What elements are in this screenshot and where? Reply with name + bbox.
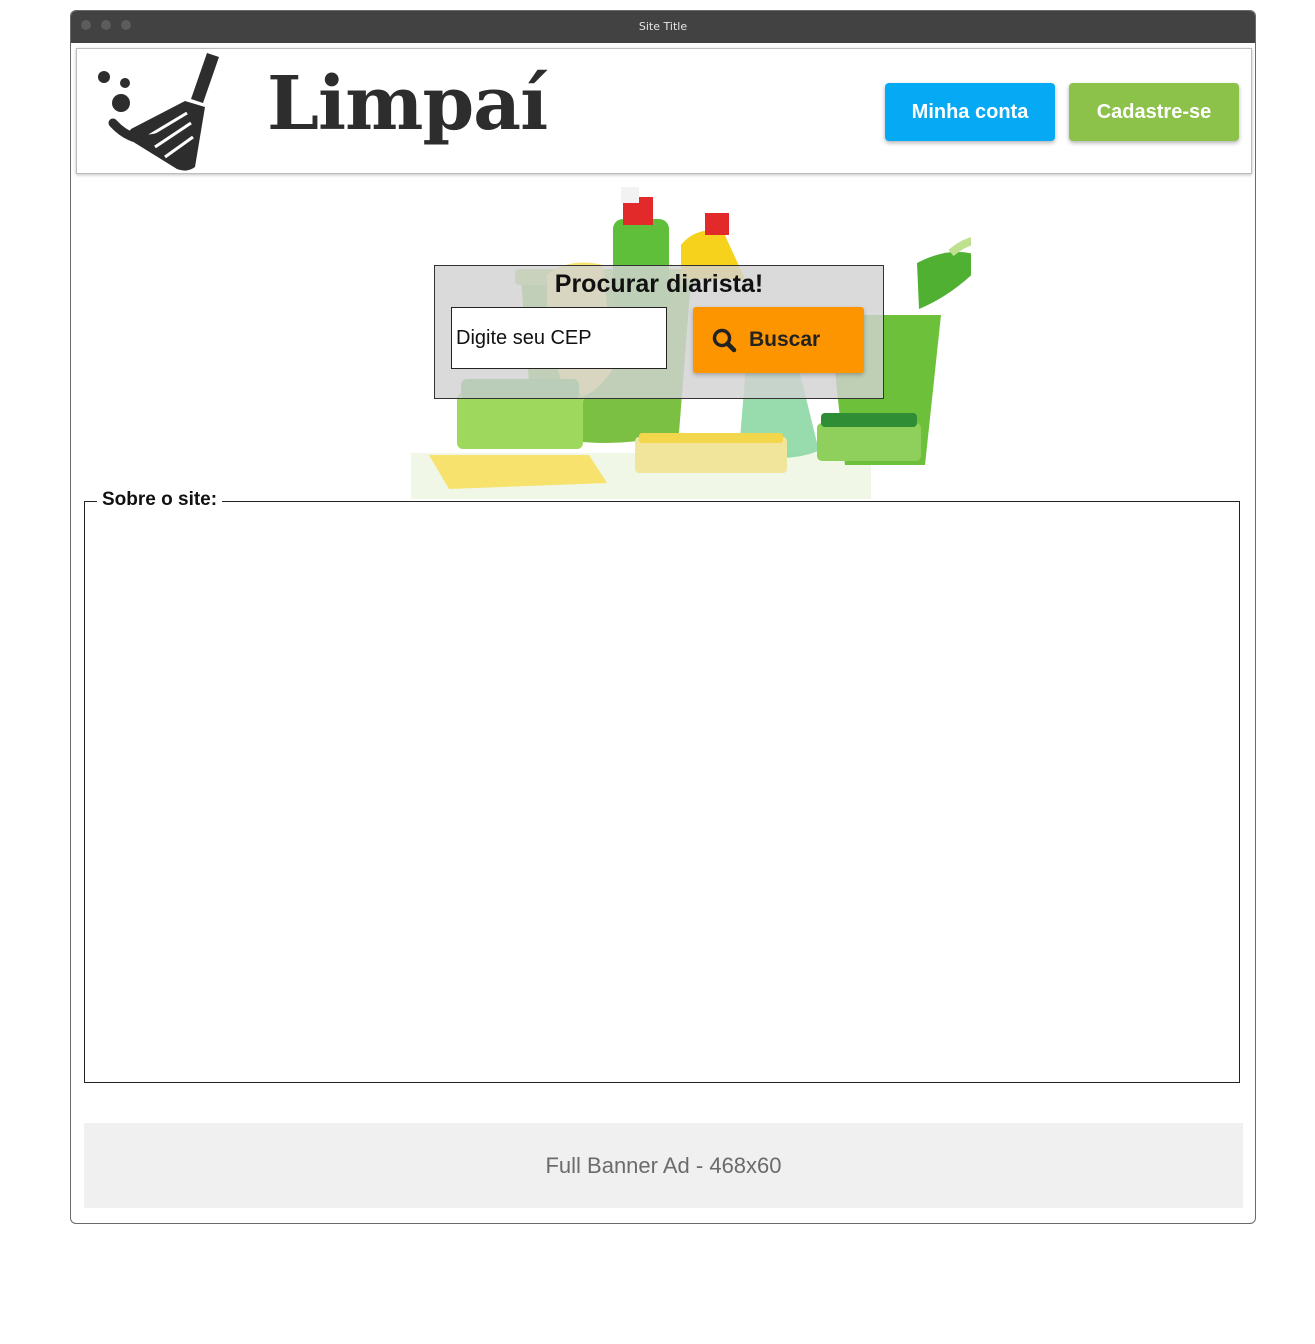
my-account-button[interactable]: Minha conta	[885, 83, 1055, 141]
window-title: Site Title	[638, 20, 688, 33]
signup-button[interactable]: Cadastre-se	[1069, 83, 1239, 141]
search-title: Procurar diarista!	[554, 270, 764, 298]
window-titlebar: Site Title	[71, 11, 1255, 43]
banner-ad-label: Full Banner Ad - 468x60	[545, 1152, 782, 1178]
search-icon	[712, 328, 737, 353]
about-section: Sobre o site:	[84, 489, 1240, 1083]
cep-input[interactable]	[451, 307, 667, 369]
search-button[interactable]: Buscar	[693, 307, 864, 373]
search-panel: Procurar diarista! Buscar	[434, 265, 884, 399]
site-header: Limpaí Minha conta Cadastre-se	[76, 48, 1252, 174]
site-logo-text[interactable]: Limpaí	[267, 67, 548, 141]
banner-ad[interactable]: Full Banner Ad - 468x60	[84, 1123, 1243, 1208]
search-button-label: Buscar	[749, 328, 821, 351]
browser-window: Site Title Limpaí Minha conta Cadastre-s…	[70, 10, 1256, 1224]
about-legend: Sobre o site:	[97, 489, 223, 511]
broom-logo-icon[interactable]	[95, 49, 225, 173]
